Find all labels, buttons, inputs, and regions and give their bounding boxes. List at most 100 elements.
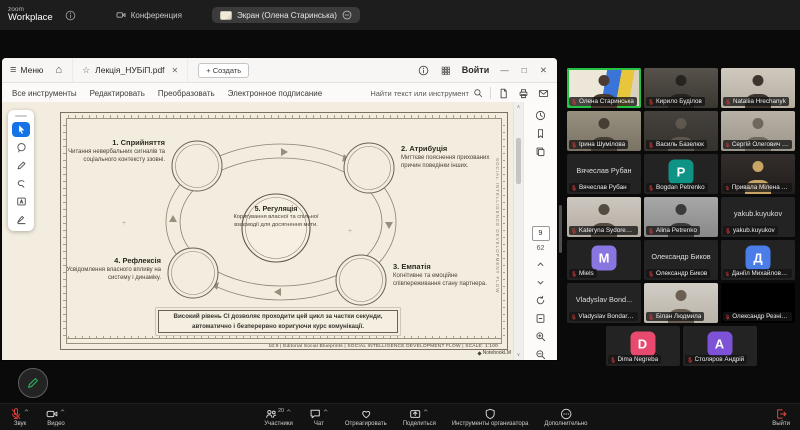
zoom-in-icon[interactable] [535, 331, 546, 342]
participant-name-badge: Miels [569, 269, 597, 278]
tool-sign-icon[interactable] [12, 212, 30, 227]
chevron-up-icon[interactable] [322, 407, 329, 414]
window-close-button[interactable]: ✕ [540, 65, 547, 76]
participant-name-badge: Вячеслав Рубан [569, 183, 630, 192]
menu-button[interactable]: ≡ Меню [10, 65, 43, 76]
diagram-node-tl: 1. СприйняттяЧитання невербальних сигнал… [64, 138, 165, 165]
tool-lasso-icon[interactable] [12, 176, 30, 191]
notebooklm-logo-icon [477, 351, 481, 355]
search-box[interactable]: Найти текст или инструмент [370, 88, 483, 98]
close-tab-icon[interactable]: ✕ [172, 66, 179, 75]
create-button[interactable]: + Создать [198, 63, 249, 78]
window-minimize-button[interactable]: — [500, 65, 509, 76]
copy-pages-icon[interactable] [535, 146, 546, 157]
toolbar-button-отреагировать[interactable]: Отреагировать [345, 408, 387, 427]
tool-pen-icon[interactable] [12, 158, 30, 173]
mic-off-icon [725, 142, 730, 148]
chev-up-icon[interactable] [535, 259, 546, 270]
sign-in-button[interactable]: Войти [462, 65, 489, 75]
participant-tile[interactable]: MMiels [567, 240, 641, 280]
participant-name-center: Вячеслав Рубан [567, 154, 641, 186]
participant-tile[interactable]: ДДаніїл Михайлович Кос... [721, 240, 795, 280]
participant-tile[interactable]: Vladyslav Bond...Vladyslav Bondarenko [567, 283, 641, 323]
tool-add-comment-icon[interactable] [12, 140, 30, 155]
diagram-node-ctr: 5. РегуляціяКоригування власної та спіль… [228, 204, 324, 230]
apps-grid-icon[interactable] [440, 65, 451, 76]
menu-item-3[interactable]: Электронное подписание [228, 89, 323, 98]
tab-shared-screen[interactable]: Экран (Олена Старинська) [212, 7, 360, 23]
participant-tile[interactable]: AСтоляров Андрій [683, 326, 757, 366]
info-icon[interactable] [65, 10, 76, 21]
participant-tile[interactable]: yakub.kuyukovyakub.kuyukov [721, 197, 795, 237]
mic-off-icon [648, 271, 654, 277]
annotate-button[interactable] [18, 368, 48, 398]
participant-tile[interactable]: Василь Базелюк [644, 111, 718, 151]
more-icon [560, 408, 572, 420]
refresh-icon[interactable] [535, 295, 546, 306]
participant-tile[interactable]: DDima Negreba [606, 326, 680, 366]
panel-scrollbar-thumb[interactable] [559, 205, 562, 253]
participant-name-label: Олександр Биков [656, 270, 707, 277]
chevron-down-icon [88, 10, 98, 20]
window-maximize-button[interactable]: □ [522, 65, 527, 76]
participant-tile[interactable]: Nataliia Hrechanyk [721, 68, 795, 108]
zoom-out-icon[interactable] [535, 349, 546, 360]
participant-tile[interactable]: Сергій Олегович Кубіц... [721, 111, 795, 151]
toolbar-button-поделиться[interactable]: Поделиться [403, 408, 436, 427]
toolbar-button-выйти[interactable]: Выйти [772, 408, 790, 427]
document-tab[interactable]: ☆ Лекція_НУБіП.pdf ✕ [72, 58, 188, 82]
participant-tile[interactable]: Олександр БиковОлександр Биков [644, 240, 718, 280]
scroll-up-arrow[interactable]: ∧ [514, 104, 523, 110]
participant-tile[interactable]: PBogdan Petrenko [644, 154, 718, 194]
participant-name-label: Василь Базелюк [656, 141, 704, 148]
chev-down-icon[interactable] [535, 277, 546, 288]
toolbar-button-участники[interactable]: 20Участники [264, 408, 293, 427]
chevron-up-icon[interactable] [23, 407, 30, 414]
scroll-down-arrow[interactable]: ∨ [514, 352, 523, 358]
tool-select-cursor-icon[interactable] [12, 122, 30, 137]
menu-item-2[interactable]: Преобразовать [158, 89, 215, 98]
toolbar-button-дополнительно[interactable]: Дополнительно [544, 408, 587, 427]
menu-item-0[interactable]: Все инструменты [12, 89, 77, 98]
participant-tile[interactable]: Привала Мілена Олекс... [721, 154, 795, 194]
node-title: 4. Рефлексія [62, 256, 161, 265]
chevron-up-icon[interactable] [285, 407, 292, 414]
home-icon[interactable]: ⌂ [55, 65, 62, 76]
toolbar-button-видео[interactable]: Видео [46, 408, 66, 427]
toolbar-divider [490, 87, 491, 99]
participants-count-badge: 20 [278, 408, 284, 414]
participant-tile[interactable]: Вячеслав РубанВячеслав Рубан [567, 154, 641, 194]
clock-icon[interactable] [535, 110, 546, 121]
chevron-up-icon[interactable] [59, 407, 66, 414]
star-icon[interactable]: ☆ [82, 65, 90, 76]
printer-icon[interactable] [518, 88, 529, 99]
pdf-scrollbar-thumb[interactable] [516, 138, 521, 184]
menu-item-1[interactable]: Редактировать [90, 89, 145, 98]
mail-icon[interactable] [538, 88, 549, 99]
chevron-up-icon[interactable] [422, 407, 429, 414]
palette-drag-handle[interactable] [15, 115, 27, 117]
bookmark-icon[interactable] [535, 128, 546, 139]
info-icon[interactable] [418, 65, 429, 76]
toolbar-button-звук[interactable]: Звук [10, 408, 30, 427]
participant-tile[interactable]: Ірина Шумілова [567, 111, 641, 151]
participant-tile[interactable]: Олександр Резніченко [721, 283, 795, 323]
participant-tile[interactable]: Кирило Буділов [644, 68, 718, 108]
tab-meeting[interactable]: Конференция [116, 10, 182, 20]
chev-down-icon [535, 277, 546, 288]
toolbar-button-label: Поделиться [403, 421, 436, 427]
participant-tile[interactable]: Kateryna Sydorenko [567, 197, 641, 237]
current-page-input[interactable]: 9 [532, 226, 550, 241]
toolbar-button-чат[interactable]: Чат [309, 408, 329, 427]
minus-circle-icon[interactable] [342, 10, 352, 20]
participant-tile[interactable]: Білан Людмила [644, 283, 718, 323]
toolbar-button-инструменты-организатора[interactable]: Инструменты организатора [452, 408, 528, 427]
participant-tile[interactable]: Олена Старинська [567, 68, 641, 108]
pdf-scrollbar[interactable]: ∧ ∨ [513, 102, 523, 360]
chevron-down-icon[interactable] [88, 10, 98, 20]
participant-tile[interactable]: Alina Petrenko [644, 197, 718, 237]
export-doc-icon[interactable] [498, 88, 509, 99]
tool-add-text-icon[interactable] [12, 194, 30, 209]
pdf-viewport[interactable]: 1. СприйняттяЧитання невербальних сигнал… [2, 102, 557, 360]
fit-page-icon[interactable] [535, 313, 546, 324]
